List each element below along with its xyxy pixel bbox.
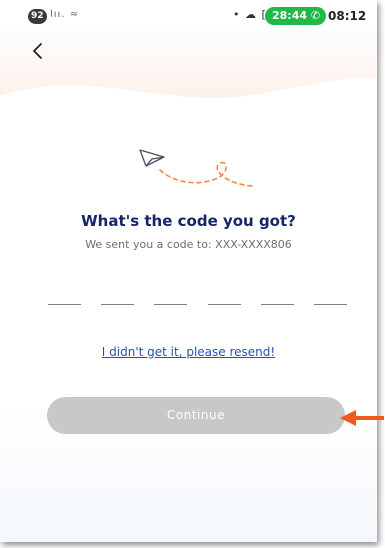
phone-screen: 92 lıı. ≈ • ☁ [o] 28:44 ✆ 08:12 What's t… [0,0,377,542]
back-button[interactable] [28,40,50,62]
code-digit-1[interactable] [48,292,81,305]
code-digit-3[interactable] [154,292,187,305]
code-digit-4[interactable] [208,292,241,305]
notification-count-badge: 92 [28,9,47,24]
code-digit-5[interactable] [261,292,294,305]
dashed-flight-path [159,161,253,187]
paper-plane-icon [139,149,165,167]
code-digit-6[interactable] [314,292,347,305]
sent-to-text: We sent you a code to: XXX-XXXX806 [85,238,292,251]
status-time: 08:12 [328,9,367,23]
chevron-left-icon [33,43,42,59]
continue-button[interactable]: Continue [47,397,345,434]
call-timer-pill[interactable]: 28:44 ✆ [265,7,327,25]
resend-code-link[interactable]: I didn't get it, please resend! [0,345,377,359]
status-bar: 92 lıı. ≈ • ☁ [o] 28:44 ✆ 08:12 [0,0,377,30]
code-digit-2[interactable] [101,292,134,305]
code-input-group [48,292,348,305]
paper-plane-illustration [139,149,253,187]
page-title: What's the code you got? [81,212,296,230]
header-wave [0,77,377,136]
signal-wifi-icon: lıı. ≈ [50,9,80,20]
arrow-left-icon [340,410,384,426]
